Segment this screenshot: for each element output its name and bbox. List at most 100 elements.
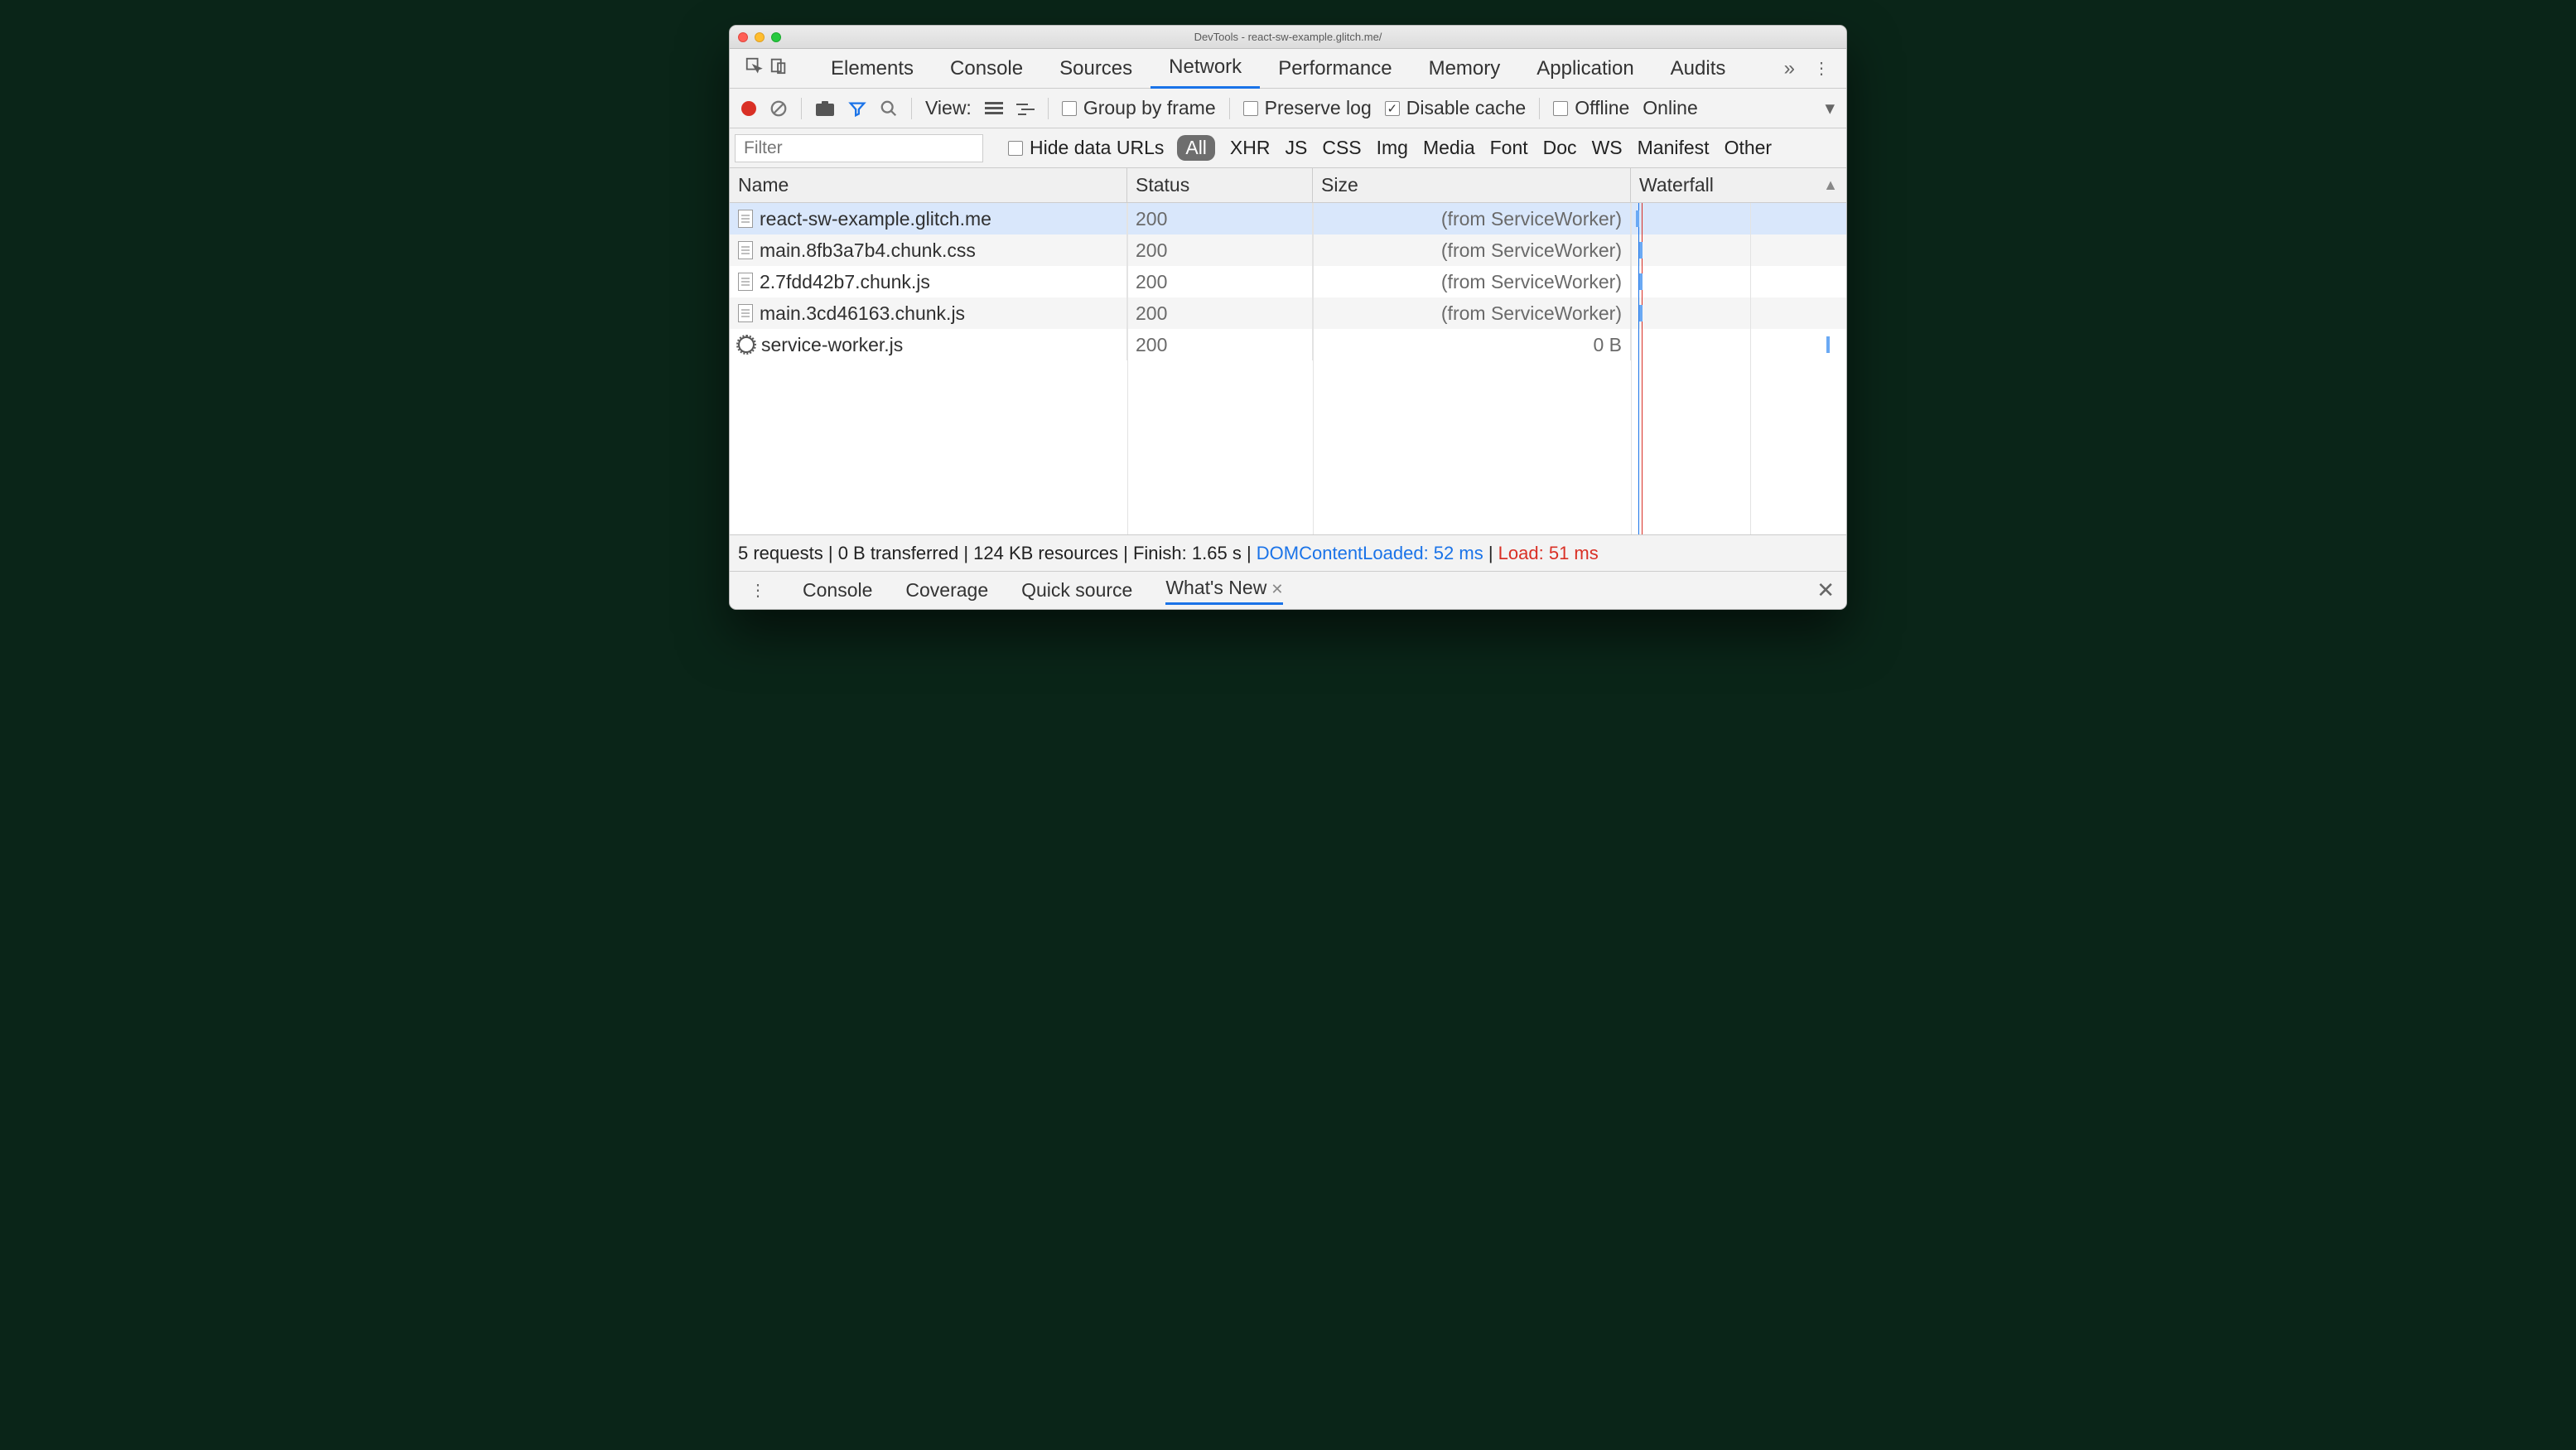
document-icon [738,210,753,228]
filter-type-ws[interactable]: WS [1592,137,1623,159]
drawer-tab-coverage[interactable]: Coverage [905,579,988,602]
waterfall-bar [1639,273,1643,290]
inspect-element-icon[interactable] [741,56,766,80]
filter-type-other[interactable]: Other [1725,137,1773,159]
settings-kebab-icon[interactable]: ⋮ [1805,58,1838,79]
drawer-tab-quick-source[interactable]: Quick source [1021,579,1132,602]
view-label: View: [925,97,972,119]
column-size[interactable]: Size [1313,168,1631,202]
request-name: react-sw-example.glitch.me [760,208,991,230]
request-name: service-worker.js [761,334,903,356]
disable-cache-checkbox[interactable]: ✓ Disable cache [1385,97,1526,119]
waterfall-bar [1826,336,1830,353]
table-row[interactable]: main.8fb3a7b4.chunk.css200(from ServiceW… [730,234,1846,266]
filter-type-css[interactable]: CSS [1322,137,1361,159]
table-row[interactable]: service-worker.js2000 B [730,329,1846,360]
main-tabbar: ElementsConsoleSourcesNetworkPerformance… [730,49,1846,89]
table-row[interactable]: 2.7fdd42b7.chunk.js 200 (from ServiceWorke… [730,266,1846,297]
close-tab-icon[interactable]: ✕ [1266,581,1283,597]
summary-finish: Finish: 1.65 s [1133,543,1242,564]
offline-label: Offline [1575,97,1629,119]
request-status: 200 [1136,271,1167,293]
filter-type-all[interactable]: All [1177,135,1215,161]
drawer-kebab-icon[interactable]: ⋮ [741,580,774,601]
request-size: 0 B [1593,334,1622,356]
preserve-log-checkbox[interactable]: Preserve log [1243,97,1372,119]
group-by-frame-checkbox[interactable]: Group by frame [1062,97,1216,119]
traffic-lights [738,32,781,42]
document-icon [738,273,753,291]
tab-performance[interactable]: Performance [1260,49,1410,89]
filter-type-doc[interactable]: Doc [1543,137,1577,159]
preserve-log-label: Preserve log [1265,97,1372,119]
capture-screenshots-icon[interactable] [815,100,835,117]
filter-bar: Hide data URLs All XHR JS CSS Img Media Font Do… [730,128,1846,168]
column-status[interactable]: Status [1127,168,1313,202]
tab-console[interactable]: Console [932,49,1041,89]
tab-elements[interactable]: Elements [813,49,932,89]
gear-icon [738,336,755,353]
hide-data-urls-label: Hide data URLs [1030,137,1164,159]
drawer-tab-console[interactable]: Console [803,579,872,602]
search-icon[interactable] [880,99,898,118]
drawer-tabs: Console Coverage Quick source What's New ✕ [803,577,1283,605]
request-table: react-sw-example.glitch.me 200 (from Servi… [730,203,1846,534]
filter-type-media[interactable]: Media [1423,137,1475,159]
hide-data-urls-checkbox[interactable]: Hide data URLs [1008,137,1164,159]
summary-load: Load: 51 ms [1498,543,1599,564]
type-filters: All XHR JS CSS Img Media Font Doc WS Manifest Othe… [1177,135,1772,161]
devtools-window: DevTools - react-sw-example.glitch.me/ E… [729,25,1847,610]
minimize-window-button[interactable] [755,32,765,42]
filter-type-font[interactable]: Font [1490,137,1528,159]
summary-domcontentloaded: DOMContentLoaded: 52 ms [1257,543,1483,564]
request-status: 200 [1136,239,1167,262]
column-waterfall[interactable]: Waterfall ▲ [1631,168,1846,202]
drawer-tab-what-s-new[interactable]: What's New ✕ [1165,577,1283,605]
summary-bar: 5 requests | 0 B transferred | 124 KB re… [730,534,1846,571]
close-window-button[interactable] [738,32,748,42]
column-waterfall-label: Waterfall [1639,174,1714,196]
tab-application[interactable]: Application [1518,49,1652,89]
waterfall-bar [1639,242,1643,259]
request-name: main.8fb3a7b4.chunk.css [760,239,976,262]
table-row[interactable]: main.3cd46163.chunk.js 200 (from ServiceWo… [730,297,1846,329]
filter-type-js[interactable]: JS [1285,137,1307,159]
filter-type-manifest[interactable]: Manifest [1638,137,1710,159]
tab-network[interactable]: Network [1151,49,1260,89]
summary-transferred: 0 B transferred [838,543,959,564]
summary-requests: 5 requests [738,543,823,564]
record-button[interactable] [741,101,756,116]
close-drawer-icon[interactable]: ✕ [1816,578,1835,603]
device-toolbar-icon[interactable] [766,56,791,80]
request-name: 2.7fdd42b7.chunk.js [760,271,930,293]
filter-type-xhr[interactable]: XHR [1230,137,1271,159]
request-status: 200 [1136,302,1167,325]
tab-memory[interactable]: Memory [1411,49,1519,89]
summary-resources: 124 KB resources [973,543,1118,564]
request-name: main.3cd46163.chunk.js [760,302,965,325]
tab-sources[interactable]: Sources [1041,49,1151,89]
online-label: Online [1643,97,1697,119]
sort-asc-icon: ▲ [1823,176,1838,194]
filter-input[interactable] [735,134,983,162]
main-tabs: ElementsConsoleSourcesNetworkPerformance… [813,49,1774,89]
throttling-dropdown-icon[interactable]: ▾ [1825,97,1835,119]
column-name[interactable]: Name [730,168,1127,202]
network-toolbar: View: Group by frame Preserve log ✓ Disa… [730,89,1846,128]
clear-icon[interactable] [769,99,788,118]
request-size: (from ServiceWorker) [1441,271,1622,293]
disable-cache-label: Disable cache [1406,97,1526,119]
filter-icon[interactable] [848,99,866,118]
more-tabs-icon[interactable]: » [1774,57,1805,80]
request-size: (from ServiceWorker) [1441,208,1622,230]
large-rows-icon[interactable] [985,101,1003,116]
filter-type-img[interactable]: Img [1377,137,1408,159]
drawer-tabbar: ⋮ Console Coverage Quick source What's New … [730,571,1846,609]
tab-audits[interactable]: Audits [1652,49,1744,89]
table-row[interactable]: react-sw-example.glitch.me200(from Servi… [730,203,1846,234]
zoom-window-button[interactable] [771,32,781,42]
overview-icon[interactable] [1016,101,1035,116]
document-icon [738,241,753,259]
request-size: (from ServiceWorker) [1441,302,1622,325]
offline-checkbox[interactable]: Offline [1553,97,1629,119]
